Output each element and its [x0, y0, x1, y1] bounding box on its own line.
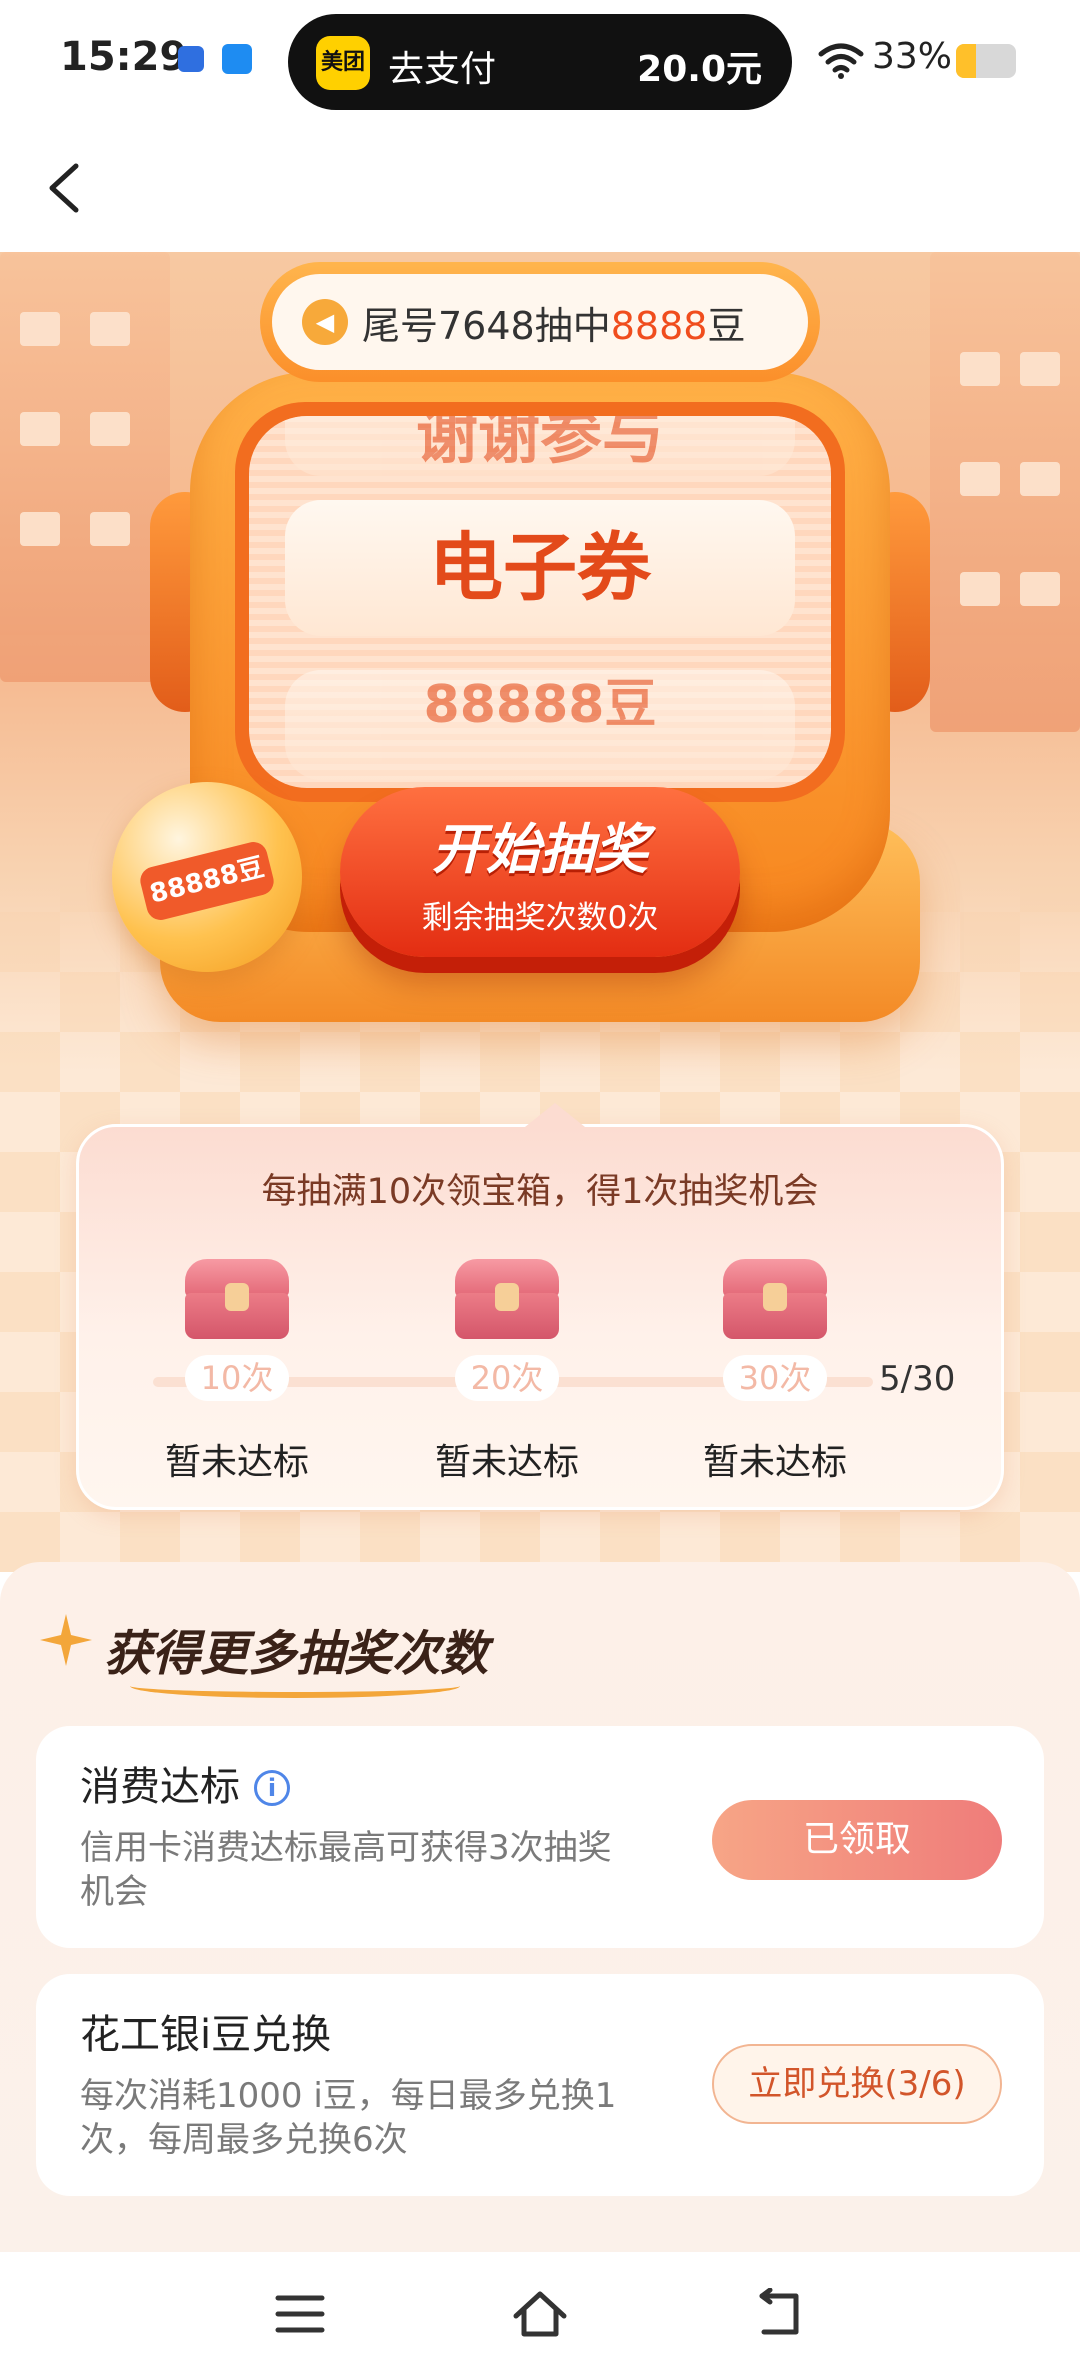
start-draw-button[interactable]: 开始抽奖 剩余抽奖次数0次 [340, 787, 740, 957]
task-name: 消费达标 i [80, 1754, 290, 1812]
pay-label: 去支付 [388, 49, 497, 90]
milestone-status: 暂未达标 [434, 1442, 579, 1483]
milestone-label: 30次 [723, 1355, 827, 1401]
slot-item-top: 谢谢参与 [285, 416, 795, 476]
milestone-status: 暂未达标 [702, 1442, 847, 1483]
home-icon[interactable] [510, 2288, 570, 2340]
back-arrow-icon[interactable] [36, 152, 92, 224]
task-description: 信用卡消费达标最高可获得3次抽奖机会 [80, 1828, 612, 1912]
app-icon [222, 44, 252, 74]
slot-item-current: 电子券 [285, 500, 795, 636]
winner-notice: ◀ 尾号7648抽中8888豆 [260, 262, 820, 382]
prize-ball-label: 88888豆 [137, 839, 277, 923]
chest-progress-card: 每抽满10次领宝箱，得1次抽奖机会 10次 20次 30次 5/30 暂未达标 … [76, 1103, 1004, 1510]
milestone-status: 暂未达标 [164, 1442, 309, 1483]
megaphone-icon: ◀ [302, 299, 348, 345]
payment-pill[interactable]: 美团 去支付 20.0元 [288, 14, 792, 110]
title-underline [130, 1674, 460, 1698]
milestone-label: 20次 [455, 1355, 559, 1401]
battery-icon [956, 44, 1016, 78]
treasure-chest-icon[interactable] [185, 1259, 289, 1339]
start-draw-label: 开始抽奖 [432, 818, 648, 881]
wifi-icon [818, 43, 864, 79]
notice-text: 尾号7648抽中8888豆 [362, 303, 746, 348]
building-right [930, 252, 1080, 732]
prize-ball: 88888豆 [112, 782, 302, 972]
system-nav-bar [0, 2252, 1080, 2376]
treasure-chest-icon[interactable] [723, 1259, 827, 1339]
progress-count: 5/30 [879, 1359, 956, 1399]
task-description: 每次消耗1000 i豆，每日最多兑换1次，每周最多兑换6次 [80, 2076, 617, 2160]
more-chances-section: 获得更多抽奖次数 消费达标 i 信用卡消费达标最高可获得3次抽奖机会 已领取 花工… [0, 1562, 1080, 2252]
menu-icon[interactable] [270, 2288, 330, 2340]
slot-screen: 谢谢参与 电子券 88888豆 [235, 402, 845, 802]
message-icon [178, 46, 204, 72]
task-card-spending: 消费达标 i 信用卡消费达标最高可获得3次抽奖机会 已领取 [36, 1726, 1044, 1948]
claimed-button[interactable]: 已领取 [712, 1800, 1002, 1880]
remaining-draws: 剩余抽奖次数0次 [421, 900, 659, 936]
sparkle-icon [40, 1614, 92, 1666]
milestone-label: 10次 [185, 1355, 289, 1401]
task-card-exchange: 花工银i豆兑换 每次消耗1000 i豆，每日最多兑换1次，每周最多兑换6次 立即… [36, 1974, 1044, 2196]
task-name: 花工银i豆兑换 [80, 2012, 332, 2058]
building-left [0, 252, 170, 682]
battery-percent: 33% [872, 36, 953, 77]
pay-amount: 20.0元 [637, 49, 762, 90]
info-icon[interactable]: i [254, 1770, 290, 1806]
status-bar: 15:29 美团 去支付 20.0元 33% [0, 0, 1080, 125]
meituan-logo: 美团 [316, 36, 370, 90]
status-time: 15:29 [60, 34, 188, 80]
slot-item-bottom: 88888豆 [285, 670, 795, 780]
exchange-now-button[interactable]: 立即兑换(3/6) [712, 2044, 1002, 2124]
back-icon[interactable] [750, 2288, 810, 2340]
progress-title: 每抽满10次领宝箱，得1次抽奖机会 [261, 1172, 819, 1212]
treasure-chest-icon[interactable] [455, 1259, 559, 1339]
